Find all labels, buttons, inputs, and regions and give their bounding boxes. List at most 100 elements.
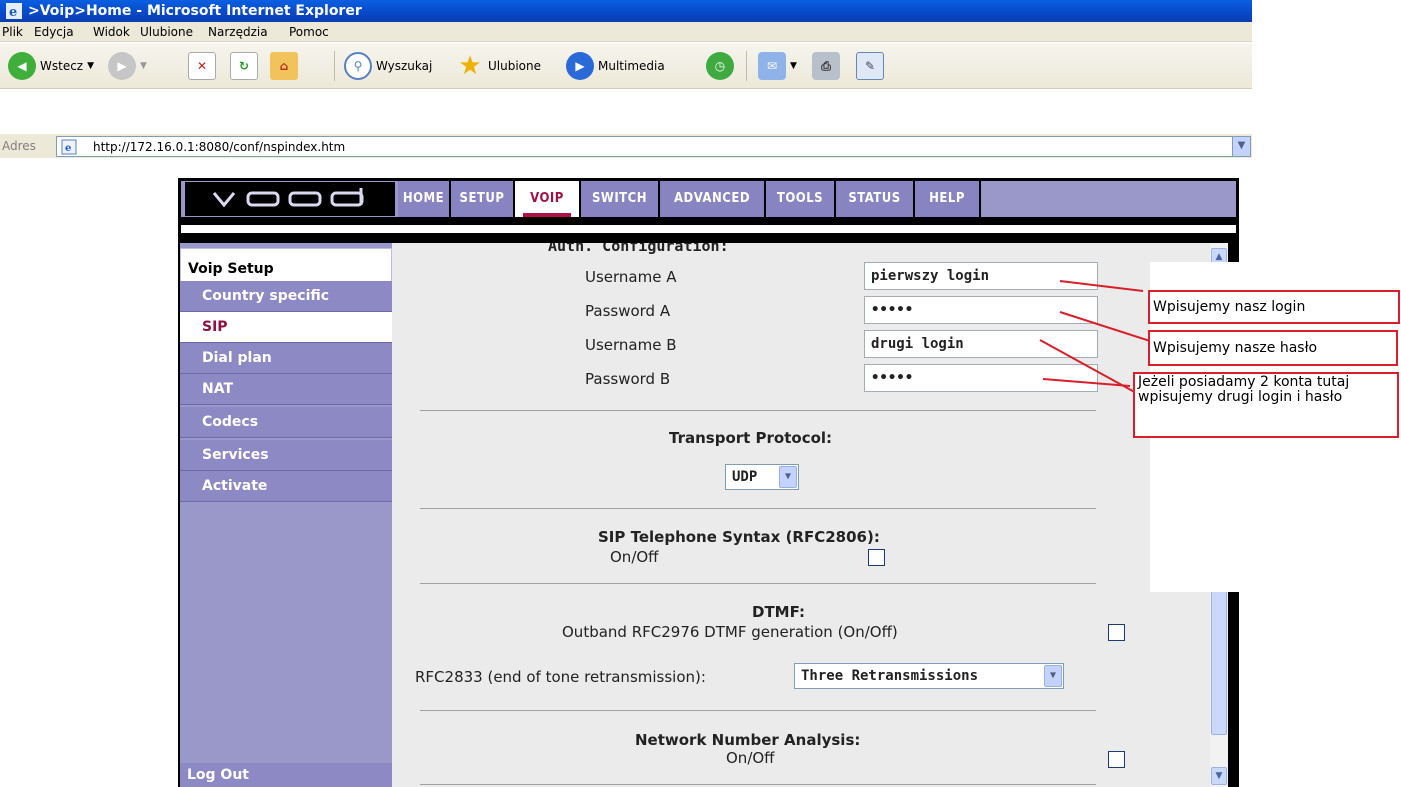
sip-syntax-onoff-label: On/Off [610, 548, 659, 566]
window-title: >Voip>Home - Microsoft Internet Explorer [28, 3, 362, 19]
logout-link[interactable]: Log Out [180, 763, 392, 787]
svg-text:e: e [9, 5, 17, 19]
svg-text:e: e [65, 143, 71, 154]
forward-dropdown-icon[interactable]: ▼ [140, 61, 147, 71]
forward-arrow-icon: ▶ [108, 52, 136, 80]
sidebar-heading: Voip Setup [180, 248, 392, 284]
header-divider [178, 217, 1239, 243]
rfc2833-select[interactable]: Three Retransmissions ▼ [794, 663, 1064, 689]
menu-favorites[interactable]: Ulubione [140, 22, 193, 42]
tab-status[interactable]: STATUS [836, 181, 915, 217]
sidebar-item-dial-plan[interactable]: Dial plan [180, 343, 392, 374]
vood-logo-mark [212, 188, 364, 208]
media-icon: ▶ [566, 52, 594, 80]
nav-filler [981, 181, 1236, 217]
password-b-input[interactable]: ••••• [864, 364, 1098, 392]
history-button[interactable]: ◷ [706, 51, 734, 81]
dtmf-title: DTMF: [752, 603, 806, 621]
back-dropdown-icon[interactable]: ▼ [87, 61, 94, 71]
nna-title: Network Number Analysis: [635, 731, 861, 749]
transport-value: UDP [732, 469, 758, 485]
menu-tools[interactable]: Narzędzia [208, 22, 268, 42]
history-icon: ◷ [706, 52, 734, 80]
scroll-thumb[interactable] [1211, 575, 1227, 735]
home-icon: ⌂ [270, 52, 298, 80]
username-b-input[interactable]: drugi login [864, 330, 1098, 358]
auth-section-title: Auth. Configuration: [548, 243, 729, 255]
edit-button[interactable]: ✎ [856, 51, 884, 81]
sidebar-item-nat[interactable]: NAT [180, 374, 392, 405]
menu-file[interactable]: Plik [2, 22, 23, 42]
rfc2833-value: Three Retransmissions [801, 668, 979, 684]
toolbar-separator [746, 51, 747, 81]
menu-help[interactable]: Pomoc [289, 22, 329, 42]
back-button[interactable]: ◀ Wstecz ▼ [8, 51, 94, 81]
sidebar-item-services[interactable]: Services [180, 440, 392, 471]
toolbar: ◀ Wstecz ▼ ▶ ▼ ✕ ↻ ⌂ ⚲ Wyszukaj ★ Ulubio… [0, 43, 1252, 89]
rfc2833-label: RFC2833 (end of tone retransmission): [415, 668, 706, 686]
favorites-button[interactable]: ★ Ulubione [456, 51, 541, 81]
sidebar-item-country-specific[interactable]: Country specific [180, 281, 392, 312]
address-label: Adres [2, 139, 36, 153]
annotation-second-account: Jeżeli posiadamy 2 konta tutaj wpisujemy… [1133, 372, 1399, 438]
password-b-label: Password B [585, 370, 671, 388]
password-a-input[interactable]: ••••• [864, 296, 1098, 324]
header-divider-strip [181, 225, 1236, 233]
tab-home[interactable]: HOME [398, 181, 451, 217]
forward-button[interactable]: ▶ ▼ [108, 51, 147, 81]
star-icon: ★ [458, 51, 482, 81]
tab-voip[interactable]: VOIP [515, 181, 581, 217]
page-icon: e [61, 139, 77, 155]
print-button[interactable]: ⎙ [812, 51, 840, 81]
username-a-label: Username A [585, 268, 677, 286]
tab-tools[interactable]: TOOLS [766, 181, 836, 217]
print-icon: ⎙ [812, 52, 840, 80]
mail-dropdown-icon[interactable]: ▼ [790, 61, 797, 71]
mail-icon: ✉ [758, 52, 786, 80]
edit-page-icon: ✎ [856, 52, 884, 80]
divider [420, 784, 1096, 785]
password-a-label: Password A [585, 302, 671, 320]
divider [420, 583, 1096, 584]
media-button[interactable]: ▶ Multimedia [566, 51, 665, 81]
menu-edit[interactable]: Edycja [34, 22, 74, 42]
ie-icon: e [6, 3, 22, 19]
stop-icon: ✕ [188, 52, 216, 80]
sip-syntax-checkbox[interactable] [868, 549, 885, 566]
favorites-label: Ulubione [488, 59, 542, 73]
nna-checkbox[interactable] [1108, 751, 1125, 768]
chevron-down-icon: ▼ [1044, 665, 1062, 687]
top-navigation: HOME SETUP VOIP SWITCH ADVANCED TOOLS ST… [178, 178, 1239, 217]
username-a-input[interactable]: pierwszy login [864, 262, 1098, 290]
sidebar-item-sip[interactable]: SIP [180, 312, 392, 343]
main-content: Auth. Configuration: Username A pierwszy… [392, 243, 1210, 787]
tab-switch[interactable]: SWITCH [581, 181, 660, 217]
sidebar-item-codecs[interactable]: Codecs [180, 407, 392, 438]
menu-view[interactable]: Widok [93, 22, 130, 42]
sidebar-item-activate[interactable]: Activate [180, 471, 392, 502]
sip-syntax-title: SIP Telephone Syntax (RFC2806): [598, 528, 880, 546]
scroll-down-icon[interactable]: ▼ [1211, 767, 1227, 785]
address-url: http://172.16.0.1:8080/conf/nspindex.htm [93, 140, 346, 154]
mail-button[interactable]: ✉ ▼ [758, 51, 797, 81]
nna-onoff-label: On/Off [726, 749, 775, 767]
dtmf-outband-checkbox[interactable] [1108, 624, 1125, 641]
search-button[interactable]: ⚲ Wyszukaj [344, 51, 432, 81]
tab-advanced[interactable]: ADVANCED [660, 181, 766, 217]
stop-button[interactable]: ✕ [188, 51, 216, 81]
tab-setup[interactable]: SETUP [451, 181, 515, 217]
tab-help[interactable]: HELP [915, 181, 981, 217]
refresh-button[interactable]: ↻ [230, 51, 258, 81]
window-titlebar: e >Voip>Home - Microsoft Internet Explor… [0, 0, 1252, 22]
sidebar-heading-label: Voip Setup [188, 261, 274, 277]
toolbar-separator [334, 51, 335, 81]
transport-select[interactable]: UDP ▼ [725, 464, 799, 490]
dtmf-outband-label: Outband RFC2976 DTMF generation (On/Off) [562, 623, 898, 641]
vood-logo [185, 182, 395, 216]
divider [420, 410, 1096, 411]
media-label: Multimedia [598, 59, 665, 73]
home-button[interactable]: ⌂ [270, 51, 298, 81]
address-input[interactable]: e http://172.16.0.1:8080/conf/nspindex.h… [56, 136, 1251, 157]
divider [420, 508, 1096, 509]
address-dropdown-icon[interactable]: ▼ [1232, 137, 1250, 156]
